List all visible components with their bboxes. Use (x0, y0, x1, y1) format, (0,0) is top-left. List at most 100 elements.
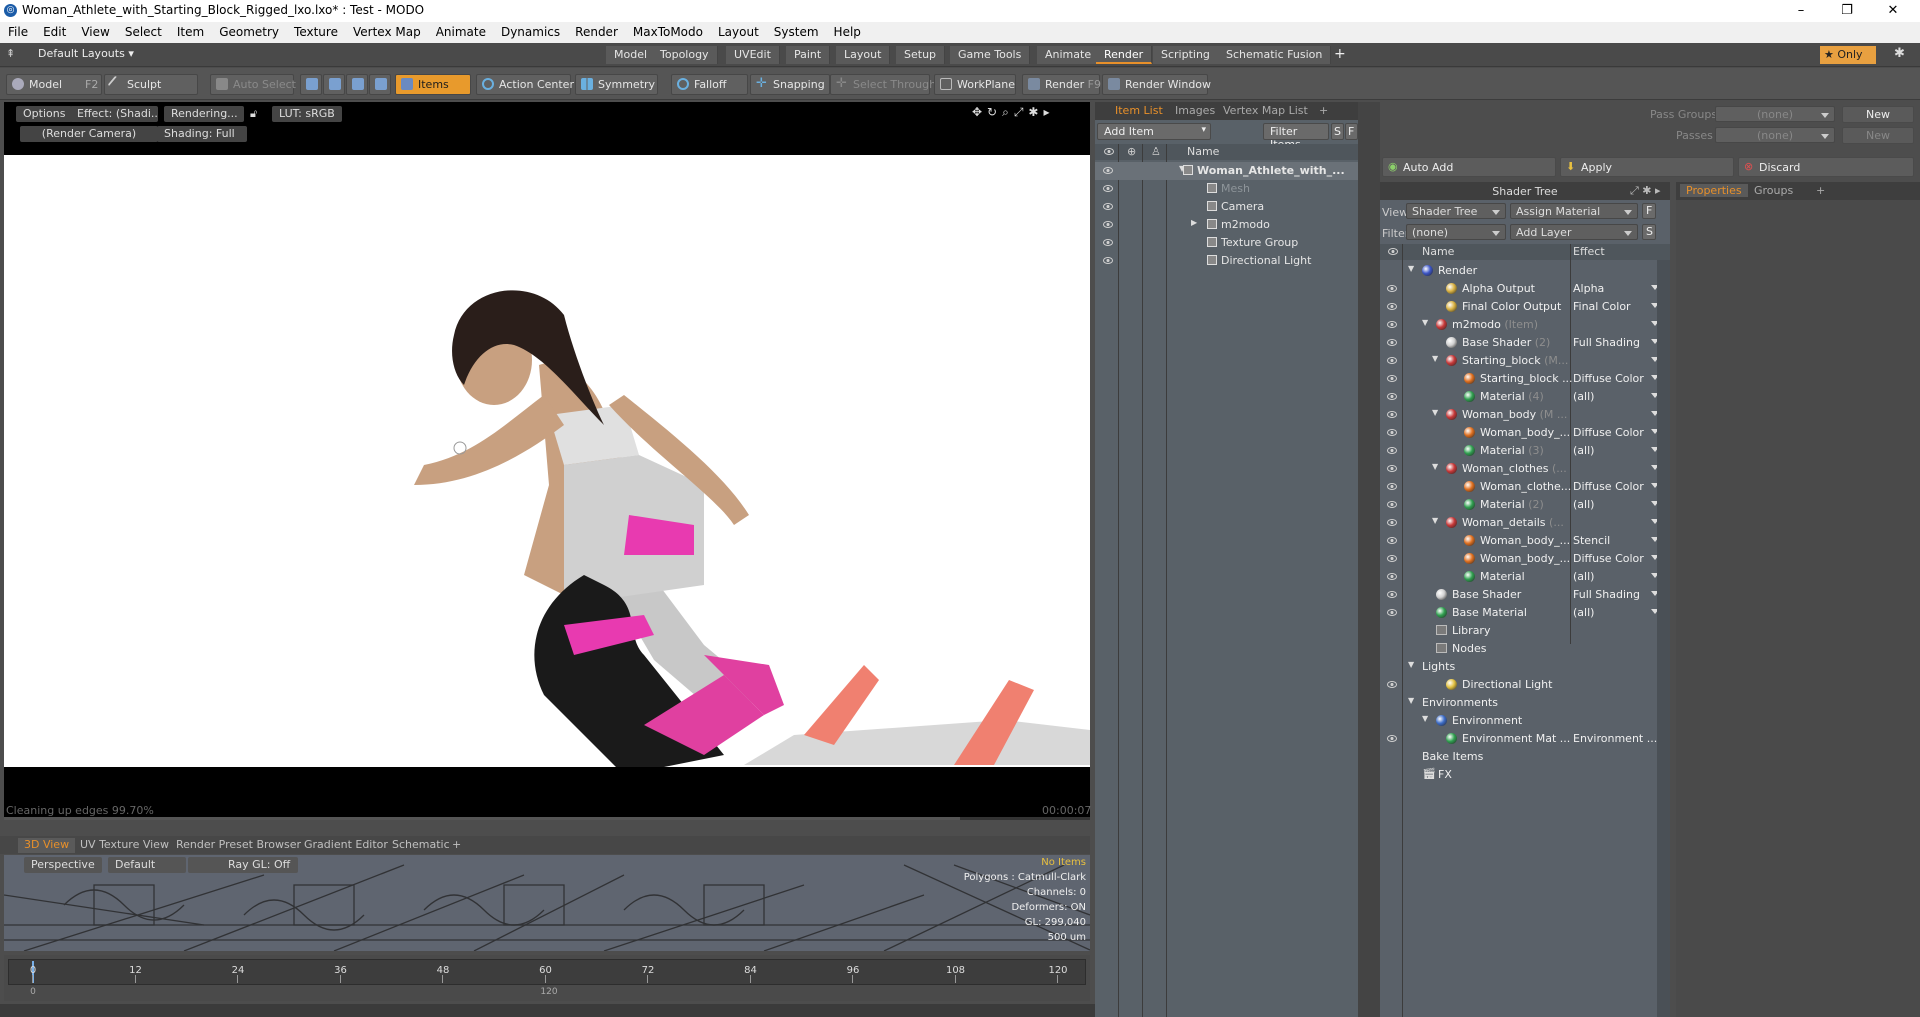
visibility-eye-icon[interactable] (1103, 239, 1113, 246)
menu-geometry[interactable]: Geometry (211, 22, 286, 39)
shader-tree-row[interactable]: Nodes (1380, 640, 1670, 658)
shader-layer-effect[interactable]: Diffuse Color (1573, 480, 1644, 493)
shader-visibility-eye-icon[interactable] (1387, 573, 1397, 580)
layout-tab-model[interactable]: Model (606, 46, 657, 64)
bottom-tab-3d-view[interactable]: 3D View (18, 838, 76, 853)
shader-visibility-eye-icon[interactable] (1387, 411, 1397, 418)
gear-icon[interactable]: ✱ (1894, 46, 1905, 61)
tree-expand-arrow-icon[interactable]: ▼ (1422, 318, 1428, 327)
shader-layer-effect[interactable]: Full Shading (1573, 336, 1640, 349)
falloff-button[interactable]: Falloff (671, 74, 748, 95)
tree-expand-arrow-icon[interactable]: ▼ (1432, 516, 1438, 525)
collapse-arrow-icon[interactable]: ▶ (1191, 218, 1197, 227)
shader-visibility-eye-icon[interactable] (1387, 375, 1397, 382)
item-list-row[interactable]: Directional Light (1095, 252, 1358, 270)
shader-visibility-eye-icon[interactable] (1387, 447, 1397, 454)
effect-dropdown[interactable]: Effect: (Shadi... (70, 106, 158, 122)
shader-tree-row[interactable]: Directional Light (1380, 676, 1670, 694)
perspective-dropdown[interactable]: Perspective (24, 857, 102, 873)
shader-layer-effect[interactable]: Final Color (1573, 300, 1631, 313)
shader-f-button[interactable]: F (1642, 203, 1656, 219)
item-list-tab-vertex-map-list[interactable]: Vertex Map List (1217, 104, 1314, 117)
item-list-tab-images[interactable]: Images (1169, 104, 1221, 117)
menu-help[interactable]: Help (826, 22, 868, 39)
item-list-row[interactable]: ▶ m2modo (1095, 216, 1358, 234)
shader-s-button[interactable]: S (1642, 224, 1656, 240)
minimize-button[interactable]: – (1778, 0, 1824, 22)
shader-visibility-eye-icon[interactable] (1387, 591, 1397, 598)
shader-tree-row[interactable]: Material (all) (1380, 568, 1670, 586)
auto-select-button[interactable]: Auto Select (210, 74, 296, 95)
shader-layer-effect[interactable]: Environment ... (1573, 732, 1657, 745)
shader-tree-row[interactable]: Woman_body_... Stencil (1380, 532, 1670, 550)
add-item-button[interactable]: Add Item ▾ (1097, 123, 1211, 140)
discard-button[interactable]: ⊗ Discard (1738, 157, 1914, 177)
filter-dropdown[interactable]: (none) (1406, 224, 1506, 240)
new-pass-button[interactable]: New (1842, 127, 1914, 144)
item-list-row[interactable]: Camera (1095, 198, 1358, 216)
layout-tab-render[interactable]: Render (1096, 46, 1153, 64)
shader-layer-effect[interactable]: Stencil (1573, 534, 1610, 547)
select-through-button[interactable]: ✛ Select Through (830, 74, 936, 95)
vertex-select-button[interactable] (300, 74, 322, 95)
shader-visibility-eye-icon[interactable] (1387, 303, 1397, 310)
layout-selector[interactable]: Default Layouts ▾ (38, 47, 134, 60)
shader-layer-effect[interactable]: (all) (1573, 444, 1594, 457)
menu-view[interactable]: View (73, 22, 116, 39)
menu-animate[interactable]: Animate (428, 22, 493, 39)
shader-tree-row[interactable]: ▼ Starting_block (M... (1380, 352, 1670, 370)
tree-expand-arrow-icon[interactable]: ▼ (1432, 354, 1438, 363)
shader-tree-row[interactable]: ▼ Environments (1380, 694, 1670, 712)
bottom-tab-add[interactable]: + (446, 838, 467, 853)
shader-tree-row[interactable]: Environment Mat ... Environment ... (1380, 730, 1670, 748)
properties-tab-groups[interactable]: Groups (1748, 184, 1799, 197)
shader-layer-effect[interactable]: (all) (1573, 390, 1594, 403)
tree-expand-arrow-icon[interactable]: ▼ (1432, 462, 1438, 471)
item-list-tab-item-list[interactable]: Item List (1109, 104, 1169, 117)
sculpt-mode-button[interactable]: Sculpt (104, 74, 198, 95)
visibility-eye-icon[interactable] (1103, 167, 1113, 174)
shader-tree-row[interactable]: Final Color Output Final Color (1380, 298, 1670, 316)
shader-tree-row[interactable]: Woman_body_... Diffuse Color (1380, 424, 1670, 442)
shader-tree-row[interactable]: ▼ Lights (1380, 658, 1670, 676)
lock-icon[interactable]: 🔓︎ (250, 107, 257, 121)
shader-tree-row[interactable]: Base Material (all) (1380, 604, 1670, 622)
shader-layer-effect[interactable]: Full Shading (1573, 588, 1640, 601)
shader-tree-row[interactable]: Woman_body_... Diffuse Color (1380, 550, 1670, 568)
visibility-eye-icon[interactable] (1103, 257, 1113, 264)
s-button[interactable]: S (1331, 123, 1344, 140)
shader-visibility-eye-icon[interactable] (1387, 735, 1397, 742)
apply-button[interactable]: ⬇ Apply (1560, 157, 1734, 177)
shader-tree-row[interactable]: 🎬︎ FX (1380, 766, 1670, 784)
shader-layer-effect[interactable]: Alpha (1573, 282, 1604, 295)
only-button[interactable]: ★ Only (1820, 46, 1876, 64)
shader-visibility-eye-icon[interactable] (1387, 285, 1397, 292)
shader-tree-row[interactable]: Woman_clothe... Diffuse Color (1380, 478, 1670, 496)
shader-visibility-eye-icon[interactable] (1387, 321, 1397, 328)
shader-visibility-eye-icon[interactable] (1387, 339, 1397, 346)
menu-item[interactable]: Item (169, 22, 211, 39)
viewport-nav-icons[interactable]: ✥↻⌕⤢✱▸ (972, 105, 1055, 120)
menu-file[interactable]: File (0, 22, 35, 39)
shader-layer-effect[interactable]: (all) (1573, 570, 1594, 583)
model-mode-button[interactable]: Model F2 (6, 74, 102, 95)
menu-vertex-map[interactable]: Vertex Map (345, 22, 428, 39)
bottom-tab-render-preset-browser[interactable]: Render Preset Browser (170, 838, 307, 853)
menu-maxtomodo[interactable]: MaxToModo (625, 22, 710, 39)
render-button[interactable]: Render F9 (1022, 74, 1101, 95)
menu-layout[interactable]: Layout (710, 22, 766, 39)
layout-tab-topology[interactable]: Topology (652, 46, 718, 64)
view-dropdown[interactable]: Shader Tree (1406, 203, 1506, 219)
menu-render[interactable]: Render (567, 22, 625, 39)
edge-select-button[interactable] (323, 74, 345, 95)
raygl-dropdown[interactable]: Ray GL: Off (188, 857, 298, 873)
shader-layer-effect[interactable]: Diffuse Color (1573, 426, 1644, 439)
tree-expand-arrow-icon[interactable]: ▼ (1422, 714, 1428, 723)
shader-tree-row[interactable]: ▼ Render (1380, 262, 1670, 280)
shader-tree-row[interactable]: Library (1380, 622, 1670, 640)
layout-tab-animate[interactable]: Animate (1037, 46, 1101, 64)
add-layer-dropdown[interactable]: Add Layer (1510, 224, 1638, 240)
tree-expand-arrow-icon[interactable]: ▼ (1408, 264, 1414, 273)
layout-tab-schematic-fusion[interactable]: Schematic Fusion (1218, 46, 1332, 64)
layout-tab-uvedit[interactable]: UVEdit (726, 46, 780, 64)
